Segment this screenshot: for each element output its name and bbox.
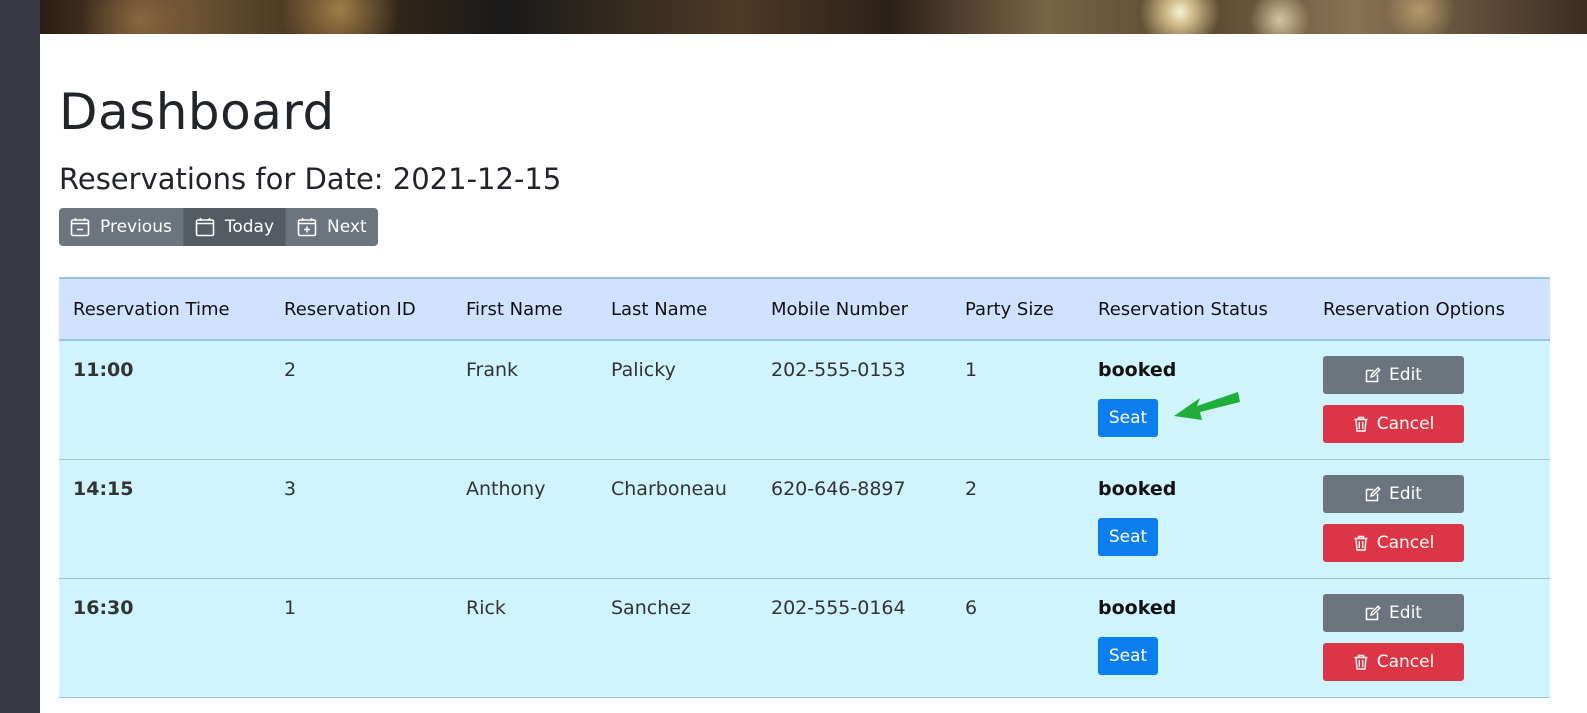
- header-banner-image: [40, 0, 1587, 34]
- seat-button[interactable]: Seat: [1098, 399, 1158, 437]
- reservation-id: 3: [270, 459, 452, 579]
- mobile-number: 202-555-0153: [757, 340, 951, 460]
- options-cell: Edit Cancel: [1309, 459, 1550, 579]
- mobile-number: 620-646-8897: [757, 459, 951, 579]
- cancel-button[interactable]: Cancel: [1323, 405, 1464, 443]
- cancel-label: Cancel: [1376, 533, 1435, 553]
- sidebar: [0, 0, 40, 713]
- header-last-name: Last Name: [597, 278, 757, 341]
- previous-label: Previous: [100, 217, 172, 237]
- trash-icon: [1354, 416, 1368, 432]
- options-cell: Edit Cancel: [1309, 578, 1550, 698]
- trash-icon: [1354, 535, 1368, 551]
- edit-button[interactable]: Edit: [1323, 594, 1464, 632]
- cancel-button[interactable]: Cancel: [1323, 643, 1464, 681]
- last-name: Sanchez: [597, 578, 757, 698]
- green-arrow-icon: [1174, 392, 1240, 420]
- pencil-square-icon: [1365, 605, 1381, 621]
- reservation-id: 2: [270, 340, 452, 460]
- party-size: 2: [951, 459, 1084, 579]
- cancel-button[interactable]: Cancel: [1323, 524, 1464, 562]
- header-first-name: First Name: [452, 278, 597, 341]
- first-name: Anthony: [452, 459, 597, 579]
- reservation-time: 16:30: [59, 578, 270, 698]
- mobile-number: 202-555-0164: [757, 578, 951, 698]
- reservation-status: booked: [1098, 359, 1177, 381]
- options-cell: Edit Cancel: [1309, 340, 1550, 460]
- party-size: 1: [951, 340, 1084, 460]
- header-reservation-id: Reservation ID: [270, 278, 452, 341]
- today-button[interactable]: Today: [182, 208, 286, 246]
- table-row: 11:00 2 Frank Palicky 202-555-0153 1 boo…: [59, 340, 1550, 460]
- trash-icon: [1354, 654, 1368, 670]
- next-button[interactable]: Next: [285, 208, 378, 246]
- pencil-square-icon: [1365, 486, 1381, 502]
- reservation-time: 14:15: [59, 459, 270, 579]
- reservation-time: 11:00: [59, 340, 270, 460]
- reservation-id: 1: [270, 578, 452, 698]
- header-reservation-options: Reservation Options: [1309, 278, 1550, 341]
- reservations-table: Reservation Time Reservation ID First Na…: [59, 277, 1550, 698]
- page-title: Dashboard: [59, 83, 335, 141]
- reservations-date-heading: Reservations for Date: 2021-12-15: [59, 162, 562, 196]
- header-mobile-number: Mobile Number: [757, 278, 951, 341]
- status-cell: booked Seat: [1084, 459, 1309, 579]
- header-party-size: Party Size: [951, 278, 1084, 341]
- edit-label: Edit: [1389, 484, 1422, 504]
- edit-label: Edit: [1389, 603, 1422, 623]
- reservation-status: booked: [1098, 597, 1177, 619]
- calendar-minus-icon: [70, 218, 90, 237]
- table-row: 14:15 3 Anthony Charboneau 620-646-8897 …: [59, 459, 1550, 579]
- pencil-square-icon: [1365, 367, 1381, 383]
- first-name: Rick: [452, 578, 597, 698]
- cancel-label: Cancel: [1376, 652, 1435, 672]
- edit-label: Edit: [1389, 365, 1422, 385]
- cancel-label: Cancel: [1376, 414, 1435, 434]
- party-size: 6: [951, 578, 1084, 698]
- last-name: Palicky: [597, 340, 757, 460]
- table-header-row: Reservation Time Reservation ID First Na…: [59, 278, 1550, 341]
- previous-button[interactable]: Previous: [59, 208, 183, 246]
- date-nav-group: Previous Today Next: [59, 208, 378, 246]
- calendar-icon: [195, 218, 215, 237]
- today-label: Today: [224, 217, 275, 237]
- table-row: 16:30 1 Rick Sanchez 202-555-0164 6 book…: [59, 578, 1550, 698]
- last-name: Charboneau: [597, 459, 757, 579]
- edit-button[interactable]: Edit: [1323, 475, 1464, 513]
- next-label: Next: [327, 217, 367, 237]
- header-reservation-status: Reservation Status: [1084, 278, 1309, 341]
- first-name: Frank: [452, 340, 597, 460]
- status-cell: booked Seat: [1084, 578, 1309, 698]
- seat-button[interactable]: Seat: [1098, 518, 1158, 556]
- calendar-plus-icon: [297, 218, 317, 237]
- header-reservation-time: Reservation Time: [59, 278, 270, 341]
- reservation-status: booked: [1098, 478, 1177, 500]
- seat-button[interactable]: Seat: [1098, 637, 1158, 675]
- edit-button[interactable]: Edit: [1323, 356, 1464, 394]
